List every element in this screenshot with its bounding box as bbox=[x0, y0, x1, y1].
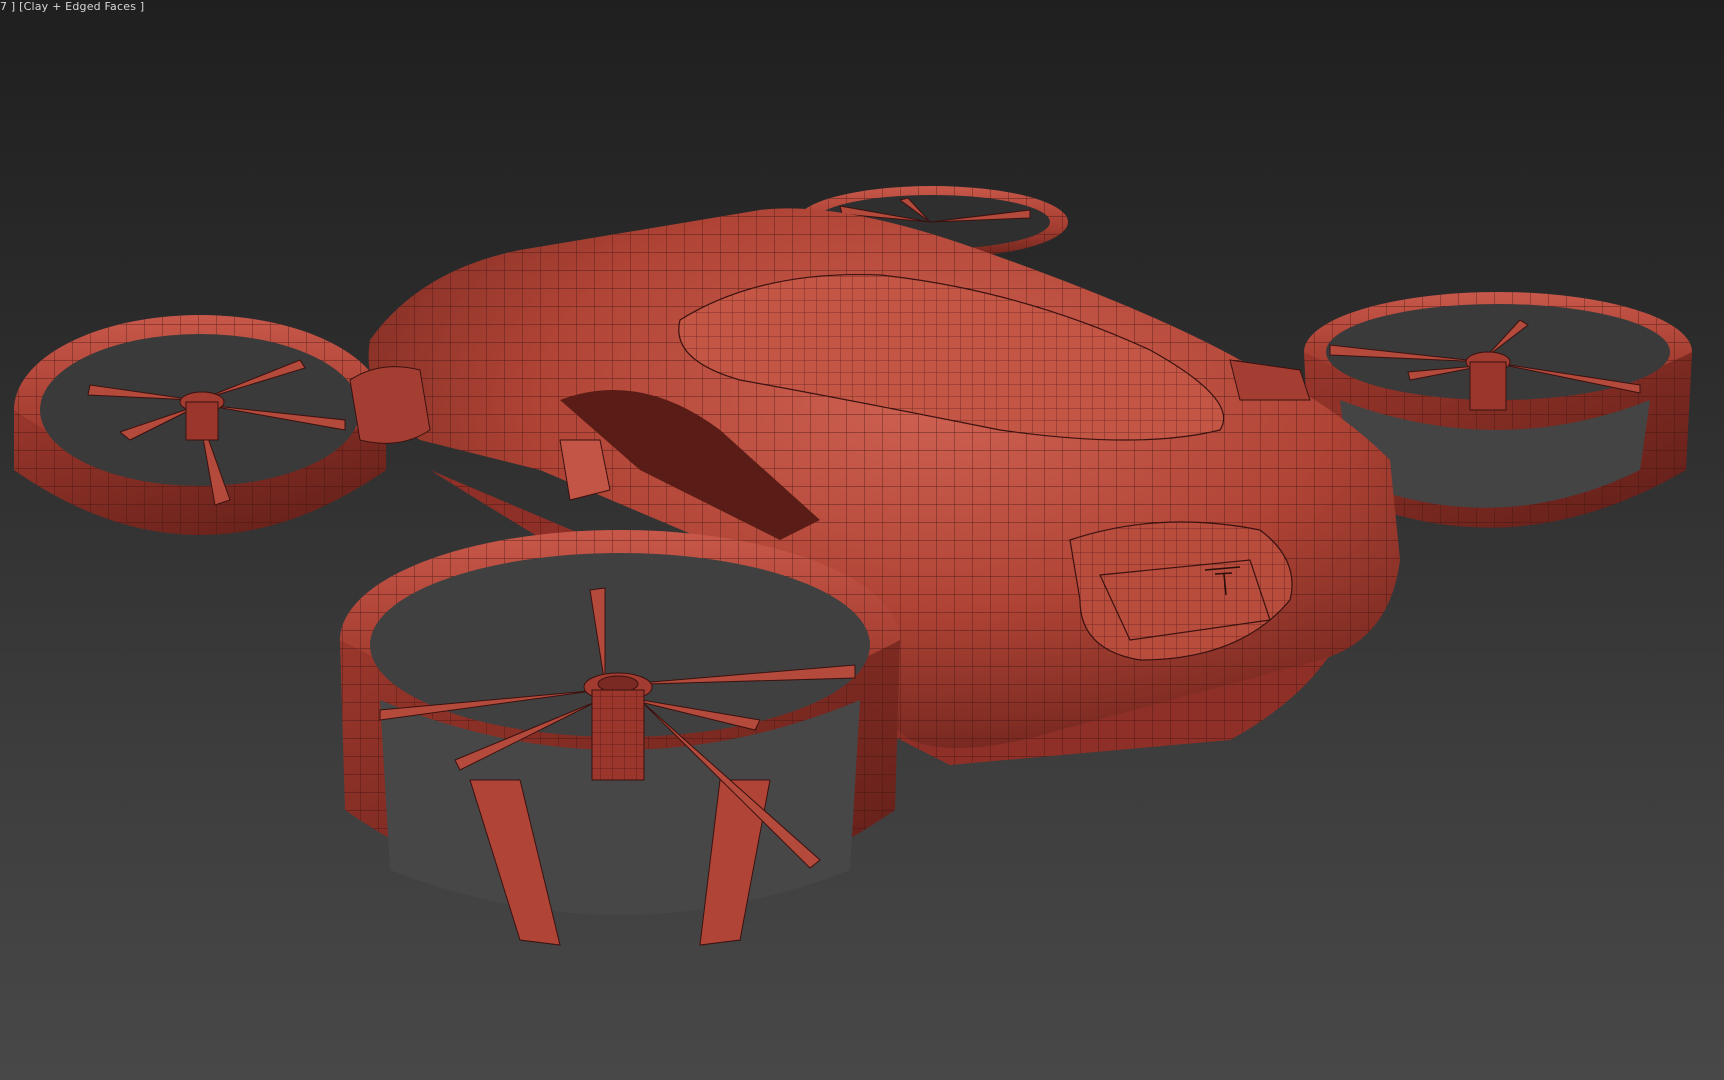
rotor-back-left[interactable] bbox=[14, 315, 386, 535]
drone-model[interactable] bbox=[0, 0, 1724, 1080]
viewport-perspective[interactable]: 7 ] [Clay + Edged Faces ] bbox=[0, 0, 1724, 1080]
rotor-front-left[interactable] bbox=[340, 530, 900, 946]
